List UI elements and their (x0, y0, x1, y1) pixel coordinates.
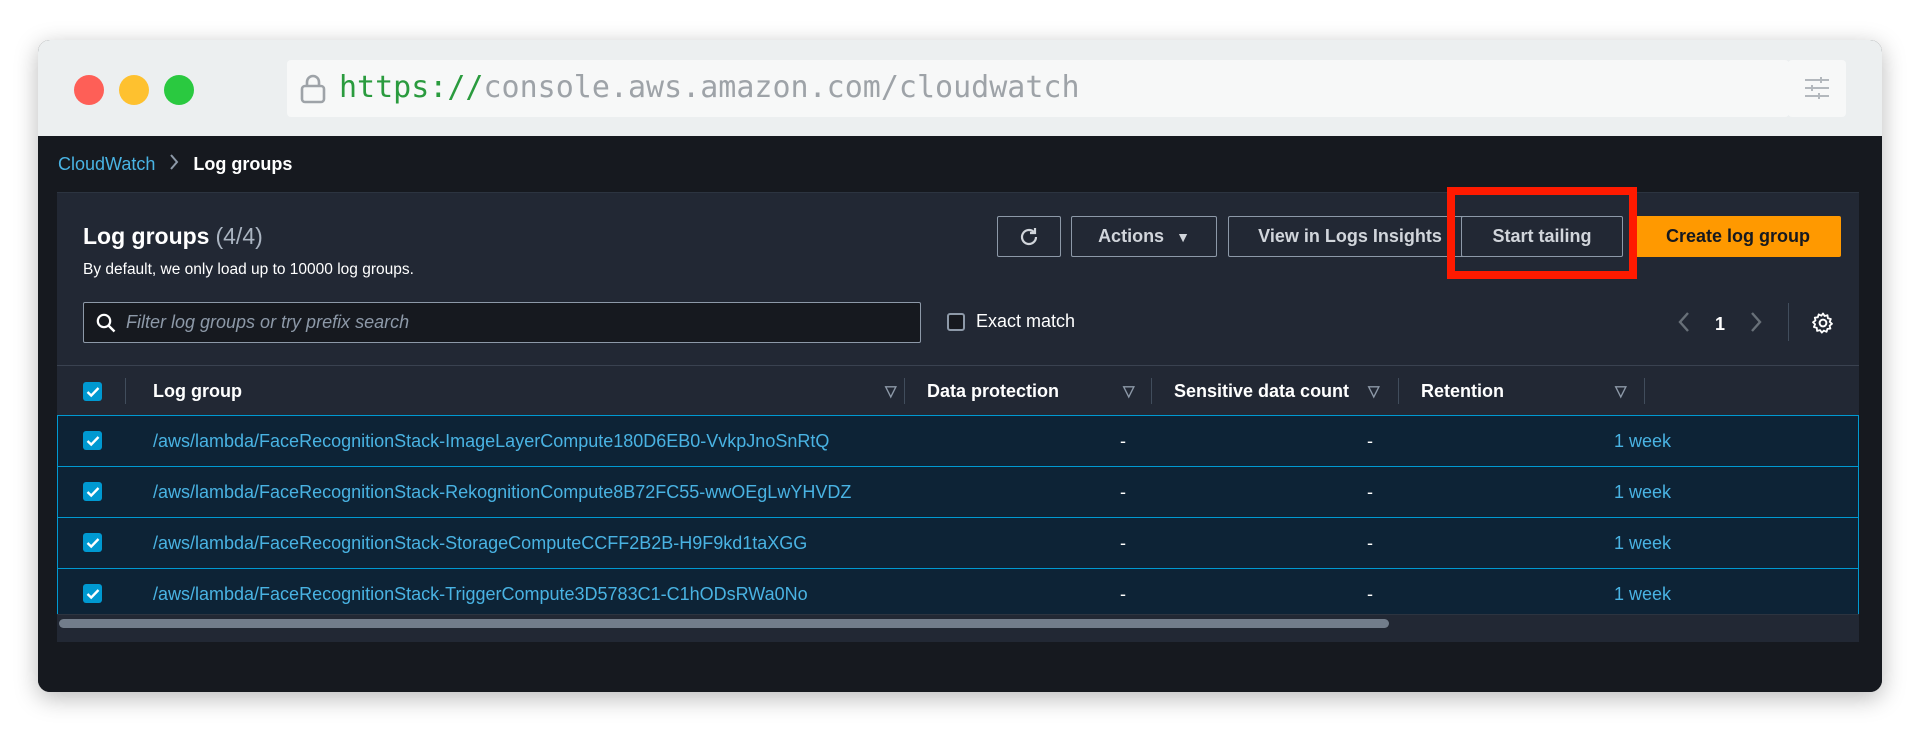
search-field[interactable] (83, 302, 921, 343)
sensitive-data-count-value: - (1367, 430, 1373, 451)
maximize-window-button[interactable] (164, 75, 194, 105)
next-page-button[interactable] (1749, 311, 1763, 337)
data-protection-value: - (1120, 583, 1126, 604)
log-group-link[interactable]: /aws/lambda/FaceRecognitionStack-Storage… (153, 518, 807, 568)
row-checkbox[interactable] (83, 533, 102, 552)
breadcrumb: CloudWatch Log groups (58, 153, 292, 175)
caret-down-icon: ▼ (1176, 228, 1190, 245)
column-separator (125, 378, 126, 404)
panel-description: By default, we only load up to 10000 log… (83, 261, 414, 278)
table-row[interactable]: /aws/lambda/FaceRecognitionStack-ImageLa… (57, 415, 1859, 467)
pagination: 1 (1677, 309, 1763, 339)
log-group-link[interactable]: /aws/lambda/FaceRecognitionStack-ImageLa… (153, 416, 829, 466)
previous-page-button[interactable] (1677, 311, 1691, 337)
table-row[interactable]: /aws/lambda/FaceRecognitionStack-Rekogni… (57, 466, 1859, 518)
column-header-log-group[interactable]: Log group ▽ (153, 366, 913, 417)
minimize-window-button[interactable] (119, 75, 149, 105)
refresh-button[interactable] (997, 216, 1061, 257)
url-text: https://console.aws.amazon.com/cloudwatc… (339, 71, 1080, 105)
retention-link[interactable]: 1 week (1614, 518, 1671, 568)
page-content: CloudWatch Log groups Log groups (4/4) By… (38, 136, 1882, 692)
browser-settings-button[interactable] (1788, 60, 1846, 117)
sort-icon[interactable]: ▽ (1123, 382, 1135, 400)
sort-icon[interactable]: ▽ (1368, 382, 1380, 400)
checkmark-icon (86, 486, 99, 497)
column-header-data-protection-label: Data protection (927, 381, 1060, 401)
column-header-data-protection[interactable]: Data protection ▽ (927, 366, 1157, 417)
checkmark-icon (86, 588, 99, 599)
view-in-logs-insights-button[interactable]: View in Logs Insights (1228, 216, 1472, 257)
gear-icon[interactable] (1812, 312, 1834, 334)
column-header-retention-label: Retention (1421, 381, 1504, 401)
browser-titlebar: https://console.aws.amazon.com/cloudwatc… (38, 40, 1882, 136)
retention-link[interactable]: 1 week (1614, 569, 1671, 619)
exact-match-label: Exact match (976, 311, 1076, 331)
column-header-sensitive-data-count-label: Sensitive data count (1174, 381, 1350, 401)
log-group-link[interactable]: /aws/lambda/FaceRecognitionStack-Trigger… (153, 569, 808, 619)
retention-link[interactable]: 1 week (1614, 416, 1671, 466)
column-separator[interactable] (1644, 378, 1645, 404)
browser-window: https://console.aws.amazon.com/cloudwatc… (38, 40, 1882, 692)
checkmark-icon (86, 386, 99, 397)
log-groups-table: Log group ▽ Data protection ▽ Sensitive … (57, 365, 1859, 620)
search-icon (96, 313, 116, 333)
checkmark-icon (86, 537, 99, 548)
lock-icon (300, 74, 326, 104)
data-protection-value: - (1120, 481, 1126, 502)
chevron-right-icon (1751, 312, 1762, 332)
exact-match-checkbox[interactable]: Exact match (947, 311, 1075, 332)
log-group-count: (4/4) (215, 223, 263, 249)
chevron-left-icon (1678, 312, 1689, 332)
data-protection-value: - (1120, 430, 1126, 451)
actions-label: Actions (1098, 226, 1165, 246)
column-separator[interactable] (1151, 378, 1152, 404)
data-protection-value: - (1120, 532, 1126, 553)
sort-icon[interactable]: ▽ (885, 382, 897, 400)
breadcrumb-current: Log groups (193, 154, 293, 174)
sensitive-data-count-value: - (1367, 481, 1373, 502)
address-bar[interactable]: https://console.aws.amazon.com/cloudwatc… (287, 60, 1789, 117)
create-log-group-button[interactable]: Create log group (1635, 216, 1841, 257)
checkmark-icon (86, 435, 99, 446)
column-header-sensitive-data-count[interactable]: Sensitive data count ▽ (1174, 366, 1404, 417)
pagination-divider (1788, 303, 1789, 341)
log-group-link[interactable]: /aws/lambda/FaceRecognitionStack-Rekogni… (153, 467, 851, 517)
url-scheme: https:// (339, 70, 484, 105)
close-window-button[interactable] (74, 75, 104, 105)
log-groups-panel: Log groups (4/4) By default, we only load… (57, 187, 1859, 642)
start-tailing-button[interactable]: Start tailing (1461, 216, 1623, 257)
column-header-retention[interactable]: Retention ▽ (1421, 366, 1651, 417)
retention-link[interactable]: 1 week (1614, 467, 1671, 517)
row-checkbox[interactable] (83, 482, 102, 501)
page-title: Log groups (4/4) (83, 223, 263, 250)
row-checkbox[interactable] (83, 584, 102, 603)
sort-icon[interactable]: ▽ (1615, 382, 1627, 400)
panel-title-text: Log groups (83, 223, 210, 249)
table-row[interactable]: /aws/lambda/FaceRecognitionStack-Trigger… (57, 568, 1859, 620)
scrollbar-thumb[interactable] (59, 619, 1389, 628)
current-page-number[interactable]: 1 (1715, 314, 1725, 335)
row-checkbox[interactable] (83, 431, 102, 450)
horizontal-scrollbar[interactable] (57, 614, 1859, 628)
sensitive-data-count-value: - (1367, 583, 1373, 604)
select-all-checkbox[interactable] (83, 382, 102, 401)
breadcrumb-cloudwatch-link[interactable]: CloudWatch (58, 154, 155, 174)
refresh-icon (1020, 227, 1038, 245)
exact-match-checkbox-box[interactable] (947, 312, 965, 331)
url-path: console.aws.amazon.com/cloudwatch (483, 70, 1080, 105)
sensitive-data-count-value: - (1367, 532, 1373, 553)
sliders-icon (1805, 77, 1829, 99)
table-row[interactable]: /aws/lambda/FaceRecognitionStack-Storage… (57, 517, 1859, 569)
chevron-right-icon (169, 153, 179, 175)
column-separator[interactable] (1398, 378, 1399, 404)
table-header: Log group ▽ Data protection ▽ Sensitive … (57, 365, 1859, 416)
actions-dropdown-button[interactable]: Actions ▼ (1071, 216, 1217, 257)
column-separator[interactable] (904, 378, 905, 404)
search-input[interactable] (126, 303, 906, 342)
column-header-log-group-label: Log group (153, 381, 242, 401)
